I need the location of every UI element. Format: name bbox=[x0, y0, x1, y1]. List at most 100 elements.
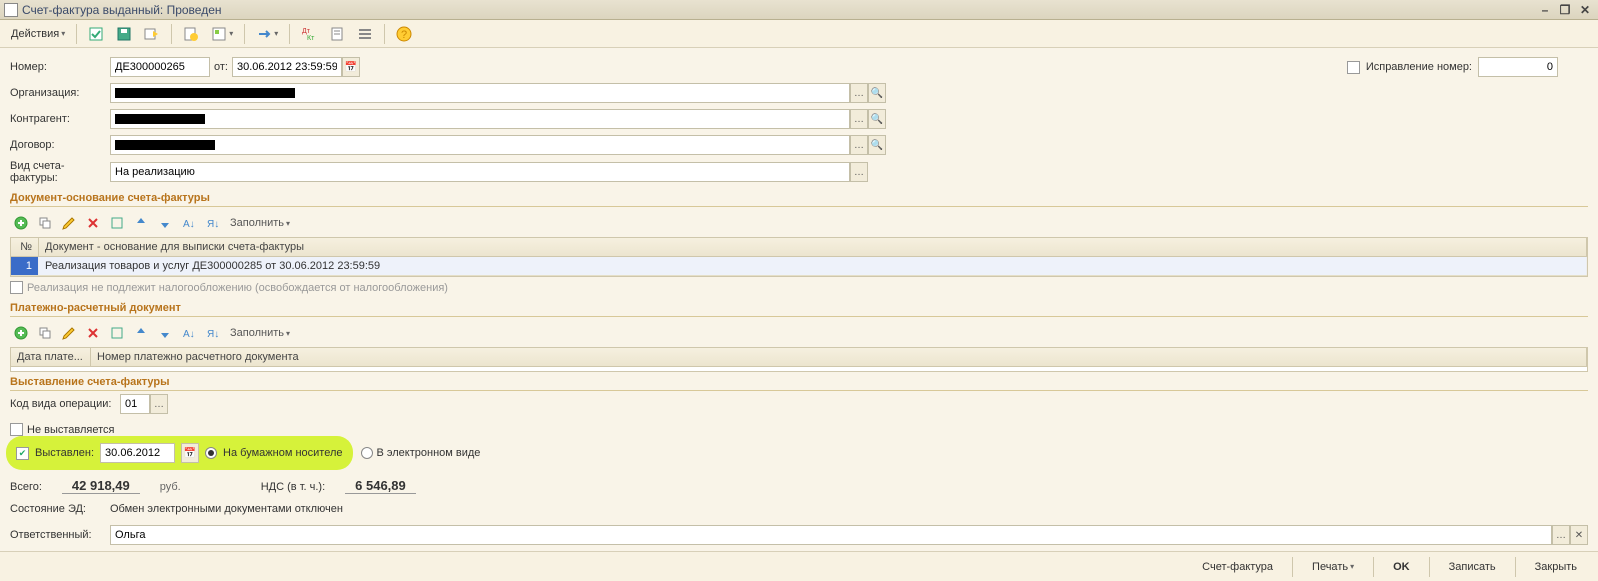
org-search-icon[interactable]: 🔍 bbox=[868, 83, 886, 103]
form-area: Номер: от: 📅 Исправление номер: Организа… bbox=[0, 48, 1598, 551]
document-icon bbox=[4, 3, 18, 17]
close-window-button[interactable]: ✕ bbox=[1576, 2, 1594, 18]
op-code-label: Код вида операции: bbox=[10, 398, 120, 410]
op-code-select-icon[interactable]: … bbox=[150, 394, 168, 414]
responsible-input[interactable] bbox=[110, 525, 1552, 545]
svg-text:A↓: A↓ bbox=[183, 329, 195, 340]
payment-section-title: Платежно-расчетный документ bbox=[10, 298, 1588, 317]
p-refresh-button[interactable] bbox=[106, 323, 128, 343]
responsible-select-icon[interactable]: … bbox=[1552, 525, 1570, 545]
total-value: 42 918,49 bbox=[62, 478, 140, 494]
number-label: Номер: bbox=[10, 61, 110, 73]
p-edit-row-button[interactable] bbox=[58, 323, 80, 343]
add-row-button[interactable] bbox=[10, 213, 32, 233]
tax-free-checkbox[interactable] bbox=[10, 281, 23, 294]
help-button[interactable]: ? bbox=[391, 23, 417, 45]
counterparty-search-icon[interactable]: 🔍 bbox=[868, 109, 886, 129]
op-code-row: Код вида операции: … bbox=[10, 393, 1588, 415]
basis-section-title: Документ-основание счета-фактуры bbox=[10, 188, 1588, 207]
op-code-input[interactable] bbox=[120, 394, 150, 414]
edit-row-button[interactable] bbox=[58, 213, 80, 233]
counterparty-select-icon[interactable]: … bbox=[850, 109, 868, 129]
issue-section-title: Выставление счета-фактуры bbox=[10, 372, 1588, 391]
issued-checkbox[interactable] bbox=[16, 447, 29, 460]
issued-label: Выставлен: bbox=[35, 447, 94, 459]
basis-row-n: 1 bbox=[11, 257, 39, 275]
create-based-on-button[interactable] bbox=[178, 23, 204, 45]
list-button[interactable] bbox=[352, 23, 378, 45]
issued-highlight: Выставлен: 📅 На бумажном носителе bbox=[10, 440, 349, 466]
post-and-close-button[interactable] bbox=[139, 23, 165, 45]
counterparty-input[interactable] bbox=[110, 109, 850, 129]
not-issued-checkbox[interactable] bbox=[10, 423, 23, 436]
p-delete-row-button[interactable] bbox=[82, 323, 104, 343]
close-button[interactable]: Закрыть bbox=[1524, 557, 1588, 577]
goto-button[interactable] bbox=[251, 23, 283, 45]
electronic-radio[interactable] bbox=[361, 447, 373, 459]
org-select-icon[interactable]: … bbox=[850, 83, 868, 103]
save-button[interactable]: Записать bbox=[1438, 557, 1507, 577]
svg-text:Дт: Дт bbox=[302, 28, 311, 35]
structure-button[interactable] bbox=[206, 23, 238, 45]
org-input[interactable] bbox=[110, 83, 850, 103]
invoice-print-button[interactable]: Счет-фактура bbox=[1191, 557, 1284, 577]
move-down-button[interactable] bbox=[154, 213, 176, 233]
fill-button[interactable]: Заполнить bbox=[226, 217, 294, 229]
minimize-button[interactable]: – bbox=[1536, 2, 1554, 18]
invoice-type-select-icon[interactable]: … bbox=[850, 162, 868, 182]
not-issued-row: Не выставляется bbox=[10, 419, 1588, 440]
issued-date-input[interactable] bbox=[100, 443, 175, 463]
p-sort-asc-button[interactable]: A↓ bbox=[178, 323, 200, 343]
correction-checkbox[interactable] bbox=[1347, 61, 1360, 74]
svg-text:?: ? bbox=[401, 29, 407, 41]
delete-row-button[interactable] bbox=[82, 213, 104, 233]
vat-label: НДС (в т. ч.): bbox=[261, 481, 325, 493]
sort-desc-button[interactable]: Я↓ bbox=[202, 213, 224, 233]
totals-row: Всего: 42 918,49 руб. НДС (в т. ч.): 6 5… bbox=[10, 470, 1588, 498]
sort-asc-button[interactable]: A↓ bbox=[178, 213, 200, 233]
invoice-type-input[interactable] bbox=[110, 162, 850, 182]
paper-radio[interactable] bbox=[205, 447, 217, 459]
save-toolbar-button[interactable] bbox=[111, 23, 137, 45]
copy-row-button[interactable] bbox=[34, 213, 56, 233]
date-input[interactable] bbox=[232, 57, 342, 77]
move-up-button[interactable] bbox=[130, 213, 152, 233]
basis-row-doc: Реализация товаров и услуг ДЕ300000285 о… bbox=[39, 257, 1587, 275]
correction-number-input[interactable] bbox=[1478, 57, 1558, 77]
from-label: от: bbox=[214, 61, 228, 73]
dt-kt-button[interactable]: ДтКт bbox=[296, 23, 322, 45]
p-add-row-button[interactable] bbox=[10, 323, 32, 343]
svg-text:Кт: Кт bbox=[307, 35, 315, 42]
calendar-icon[interactable]: 📅 bbox=[342, 57, 360, 77]
responsible-label: Ответственный: bbox=[10, 529, 110, 541]
post-button[interactable] bbox=[83, 23, 109, 45]
responsible-clear-icon[interactable]: ✕ bbox=[1570, 525, 1588, 545]
footer: Счет-фактура Печать OK Записать Закрыть bbox=[0, 551, 1598, 581]
number-input[interactable] bbox=[110, 57, 210, 77]
p-move-up-button[interactable] bbox=[130, 323, 152, 343]
edi-state-row: Состояние ЭД: Обмен электронными докумен… bbox=[10, 498, 1588, 520]
ok-button[interactable]: OK bbox=[1382, 557, 1421, 577]
contract-search-icon[interactable]: 🔍 bbox=[868, 135, 886, 155]
paper-label: На бумажном носителе bbox=[223, 447, 342, 459]
p-fill-button[interactable]: Заполнить bbox=[226, 327, 294, 339]
not-issued-label: Не выставляется bbox=[27, 424, 115, 436]
p-copy-row-button[interactable] bbox=[34, 323, 56, 343]
actions-menu[interactable]: Действия bbox=[6, 25, 70, 43]
total-label: Всего: bbox=[10, 481, 42, 493]
print-button[interactable]: Печать bbox=[1301, 557, 1365, 577]
table-row[interactable]: 1 Реализация товаров и услуг ДЕ300000285… bbox=[11, 257, 1587, 276]
restore-button[interactable]: ❐ bbox=[1556, 2, 1574, 18]
p-move-down-button[interactable] bbox=[154, 323, 176, 343]
refresh-button[interactable] bbox=[106, 213, 128, 233]
org-label: Организация: bbox=[10, 87, 110, 99]
basis-table: № Документ - основание для выписки счета… bbox=[10, 237, 1588, 277]
payment-col-num: Номер платежно расчетного документа bbox=[91, 348, 1587, 366]
contract-input[interactable] bbox=[110, 135, 850, 155]
report-button[interactable] bbox=[324, 23, 350, 45]
p-sort-desc-button[interactable]: Я↓ bbox=[202, 323, 224, 343]
edi-state-label: Состояние ЭД: bbox=[10, 503, 110, 515]
basis-col-n: № bbox=[11, 238, 39, 256]
contract-select-icon[interactable]: … bbox=[850, 135, 868, 155]
issued-calendar-icon[interactable]: 📅 bbox=[181, 443, 199, 463]
